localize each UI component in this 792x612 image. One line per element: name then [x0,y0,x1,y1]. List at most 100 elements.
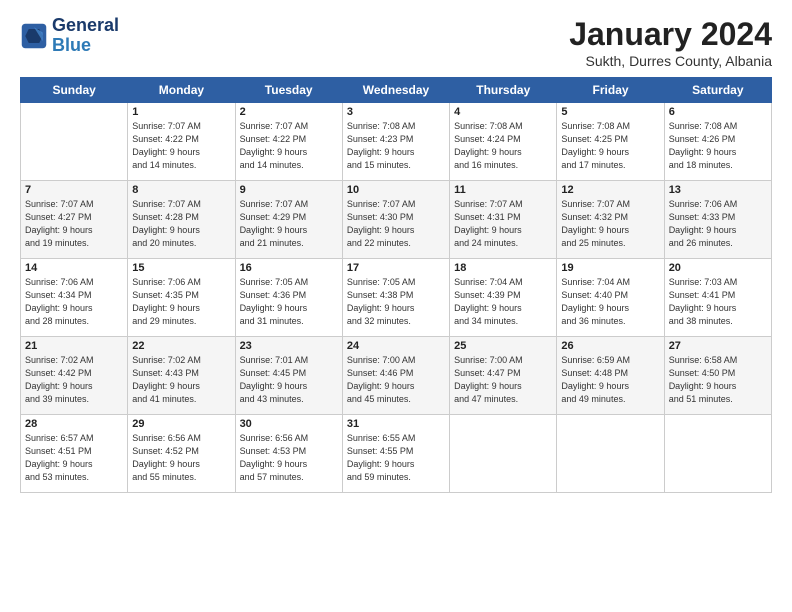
logo-icon [20,22,48,50]
day-cell: 23 Sunrise: 7:01 AM Sunset: 4:45 PM Dayli… [235,337,342,415]
day-cell: 6 Sunrise: 7:08 AM Sunset: 4:26 PM Daylig… [664,103,771,181]
day-number: 10 [347,184,445,196]
day-cell: 12Sunrise: 7:07 AM Sunset: 4:32 PM Dayli… [557,181,664,259]
day-cell: 31 Sunrise: 6:55 AM Sunset: 4:55 PM Dayli… [342,415,449,493]
day-info: Sunrise: 7:08 AM Sunset: 4:24 PM Dayligh… [454,120,552,172]
day-number: 27 [669,340,767,352]
day-header-tuesday: Tuesday [235,78,342,103]
day-info: Sunrise: 7:02 AM Sunset: 4:42 PM Dayligh… [25,354,123,406]
location: Sukth, Durres County, Albania [569,53,772,69]
calendar-table: SundayMondayTuesdayWednesdayThursdayFrid… [20,77,772,493]
day-info: Sunrise: 7:00 AM Sunset: 4:47 PM Dayligh… [454,354,552,406]
day-info: Sunrise: 7:07 AM Sunset: 4:22 PM Dayligh… [132,120,230,172]
day-header-wednesday: Wednesday [342,78,449,103]
day-number: 19 [561,262,659,274]
day-number: 31 [347,418,445,430]
day-info: Sunrise: 7:02 AM Sunset: 4:43 PM Dayligh… [132,354,230,406]
page: GeneralBlue January 2024 Sukth, Durres C… [0,0,792,612]
day-number: 13 [669,184,767,196]
day-header-thursday: Thursday [450,78,557,103]
day-info: Sunrise: 7:07 AM Sunset: 4:27 PM Dayligh… [25,198,123,250]
day-number: 4 [454,106,552,118]
day-cell: 24 Sunrise: 7:00 AM Sunset: 4:46 PM Dayli… [342,337,449,415]
day-cell: 1 Sunrise: 7:07 AM Sunset: 4:22 PM Daylig… [128,103,235,181]
day-info: Sunrise: 7:05 AM Sunset: 4:36 PM Dayligh… [240,276,338,328]
day-info: Sunrise: 6:56 AM Sunset: 4:52 PM Dayligh… [132,432,230,484]
day-cell [21,103,128,181]
day-number: 24 [347,340,445,352]
logo-text: GeneralBlue [52,16,119,56]
day-info: Sunrise: 6:58 AM Sunset: 4:50 PM Dayligh… [669,354,767,406]
day-info: Sunrise: 7:00 AM Sunset: 4:46 PM Dayligh… [347,354,445,406]
week-row-1: 1 Sunrise: 7:07 AM Sunset: 4:22 PM Daylig… [21,103,772,181]
day-cell: 22 Sunrise: 7:02 AM Sunset: 4:43 PM Dayli… [128,337,235,415]
day-header-monday: Monday [128,78,235,103]
day-cell: 9Sunrise: 7:07 AM Sunset: 4:29 PM Daylig… [235,181,342,259]
day-number: 21 [25,340,123,352]
week-row-3: 14 Sunrise: 7:06 AM Sunset: 4:34 PM Dayli… [21,259,772,337]
day-cell: 5 Sunrise: 7:08 AM Sunset: 4:25 PM Daylig… [557,103,664,181]
day-info: Sunrise: 7:04 AM Sunset: 4:40 PM Dayligh… [561,276,659,328]
day-cell: 10 Sunrise: 7:07 AM Sunset: 4:30 PM Dayli… [342,181,449,259]
day-number: 30 [240,418,338,430]
day-cell: 4 Sunrise: 7:08 AM Sunset: 4:24 PM Daylig… [450,103,557,181]
day-cell [450,415,557,493]
day-number: 6 [669,106,767,118]
day-info: Sunrise: 7:01 AM Sunset: 4:45 PM Dayligh… [240,354,338,406]
day-info: Sunrise: 7:07 AM Sunset: 4:28 PM Dayligh… [132,198,230,250]
day-number: 3 [347,106,445,118]
day-cell: 29 Sunrise: 6:56 AM Sunset: 4:52 PM Dayli… [128,415,235,493]
day-cell: 15 Sunrise: 7:06 AM Sunset: 4:35 PM Dayli… [128,259,235,337]
day-number: 15 [132,262,230,274]
day-info: Sunrise: 7:08 AM Sunset: 4:26 PM Dayligh… [669,120,767,172]
day-cell: 2 Sunrise: 7:07 AM Sunset: 4:22 PM Daylig… [235,103,342,181]
header: GeneralBlue January 2024 Sukth, Durres C… [20,16,772,69]
day-cell: 19 Sunrise: 7:04 AM Sunset: 4:40 PM Dayli… [557,259,664,337]
day-info: Sunrise: 6:56 AM Sunset: 4:53 PM Dayligh… [240,432,338,484]
day-number: 29 [132,418,230,430]
day-number: 20 [669,262,767,274]
day-cell [557,415,664,493]
day-header-saturday: Saturday [664,78,771,103]
day-cell: 17 Sunrise: 7:05 AM Sunset: 4:38 PM Dayli… [342,259,449,337]
day-header-friday: Friday [557,78,664,103]
day-header-sunday: Sunday [21,78,128,103]
day-number: 1 [132,106,230,118]
day-cell [664,415,771,493]
day-info: Sunrise: 7:06 AM Sunset: 4:35 PM Dayligh… [132,276,230,328]
title-block: January 2024 Sukth, Durres County, Alban… [569,16,772,69]
day-number: 12 [561,184,659,196]
day-number: 18 [454,262,552,274]
day-info: Sunrise: 7:08 AM Sunset: 4:25 PM Dayligh… [561,120,659,172]
day-number: 23 [240,340,338,352]
day-number: 2 [240,106,338,118]
day-number: 7 [25,184,123,196]
day-number: 5 [561,106,659,118]
day-number: 17 [347,262,445,274]
day-cell: 7 Sunrise: 7:07 AM Sunset: 4:27 PM Daylig… [21,181,128,259]
day-info: Sunrise: 7:03 AM Sunset: 4:41 PM Dayligh… [669,276,767,328]
day-cell: 3Sunrise: 7:08 AM Sunset: 4:23 PM Daylig… [342,103,449,181]
day-cell: 18 Sunrise: 7:04 AM Sunset: 4:39 PM Dayli… [450,259,557,337]
day-cell: 11Sunrise: 7:07 AM Sunset: 4:31 PM Dayli… [450,181,557,259]
day-info: Sunrise: 7:04 AM Sunset: 4:39 PM Dayligh… [454,276,552,328]
day-number: 26 [561,340,659,352]
day-cell: 16Sunrise: 7:05 AM Sunset: 4:36 PM Dayli… [235,259,342,337]
day-cell: 13 Sunrise: 7:06 AM Sunset: 4:33 PM Dayli… [664,181,771,259]
day-number: 22 [132,340,230,352]
day-cell: 28Sunrise: 6:57 AM Sunset: 4:51 PM Dayli… [21,415,128,493]
day-cell: 21 Sunrise: 7:02 AM Sunset: 4:42 PM Dayli… [21,337,128,415]
day-info: Sunrise: 7:06 AM Sunset: 4:34 PM Dayligh… [25,276,123,328]
day-info: Sunrise: 6:55 AM Sunset: 4:55 PM Dayligh… [347,432,445,484]
day-cell: 26Sunrise: 6:59 AM Sunset: 4:48 PM Dayli… [557,337,664,415]
day-info: Sunrise: 7:06 AM Sunset: 4:33 PM Dayligh… [669,198,767,250]
day-info: Sunrise: 7:07 AM Sunset: 4:30 PM Dayligh… [347,198,445,250]
header-row: SundayMondayTuesdayWednesdayThursdayFrid… [21,78,772,103]
day-cell: 20 Sunrise: 7:03 AM Sunset: 4:41 PM Dayli… [664,259,771,337]
month-title: January 2024 [569,16,772,53]
day-number: 14 [25,262,123,274]
day-info: Sunrise: 7:05 AM Sunset: 4:38 PM Dayligh… [347,276,445,328]
day-cell: 25Sunrise: 7:00 AM Sunset: 4:47 PM Dayli… [450,337,557,415]
day-cell: 30 Sunrise: 6:56 AM Sunset: 4:53 PM Dayli… [235,415,342,493]
day-info: Sunrise: 7:07 AM Sunset: 4:22 PM Dayligh… [240,120,338,172]
